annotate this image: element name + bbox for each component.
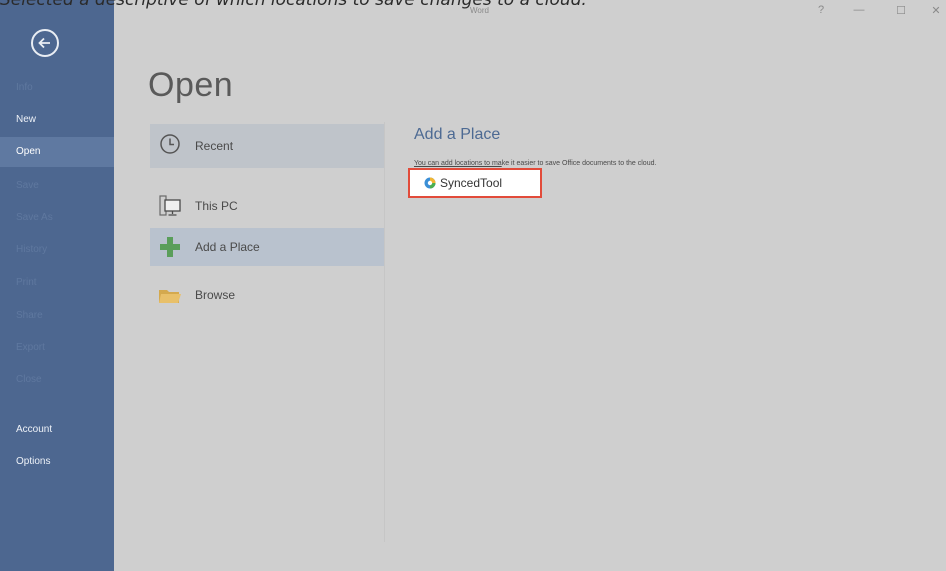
sidebar-item-save[interactable]: Save [0, 171, 114, 201]
sidebar-item-save-as[interactable]: Save As [0, 203, 114, 233]
plus-icon [160, 237, 180, 257]
place-browse[interactable]: Browse [150, 275, 384, 315]
caption-text: Selected a descriptive of which location… [0, 0, 946, 9]
place-label: Recent [195, 139, 234, 153]
folder-icon [159, 290, 181, 303]
sidebar-item-new[interactable]: New [0, 105, 114, 135]
synced-tool-icon [424, 177, 436, 189]
back-arrow-icon[interactable] [31, 29, 59, 57]
backstage-sidebar: Info New Open Save Save As History Print… [0, 0, 114, 571]
sidebar-item-share[interactable]: Share [0, 301, 114, 331]
sidebar-item-info[interactable]: Info [0, 73, 114, 103]
sidebar-item-options[interactable]: Options [0, 447, 114, 477]
add-place-description: You can add locations to make it easier … [414, 160, 656, 167]
place-add-a-place[interactable]: Add a Place [150, 228, 384, 266]
description-underlined: You can add locations to ma [414, 160, 502, 167]
synced-tool-label: SyncedTool [440, 176, 503, 190]
place-label: This PC [195, 199, 238, 213]
sidebar-item-history[interactable]: History [0, 235, 114, 265]
description-rest: ke it easier to save Office documents to… [501, 160, 657, 167]
place-label: Browse [195, 288, 236, 302]
sidebar-item-account[interactable]: Account [0, 415, 114, 445]
sidebar-item-export[interactable]: Export [0, 333, 114, 363]
place-label: Add a Place [195, 240, 260, 254]
place-this-pc[interactable]: This PC [150, 186, 384, 226]
computer-icon [159, 195, 181, 216]
clock-icon [160, 134, 180, 154]
panel-divider [384, 122, 385, 542]
synced-tool-button[interactable]: SyncedTool [408, 168, 542, 198]
sidebar-item-close[interactable]: Close [0, 365, 114, 395]
add-place-title: Add a Place [414, 126, 501, 143]
sidebar-item-print[interactable]: Print [0, 268, 114, 298]
page-title: Open [148, 66, 234, 104]
place-recent[interactable]: Recent [150, 124, 384, 168]
sidebar-item-open[interactable]: Open [0, 137, 114, 167]
